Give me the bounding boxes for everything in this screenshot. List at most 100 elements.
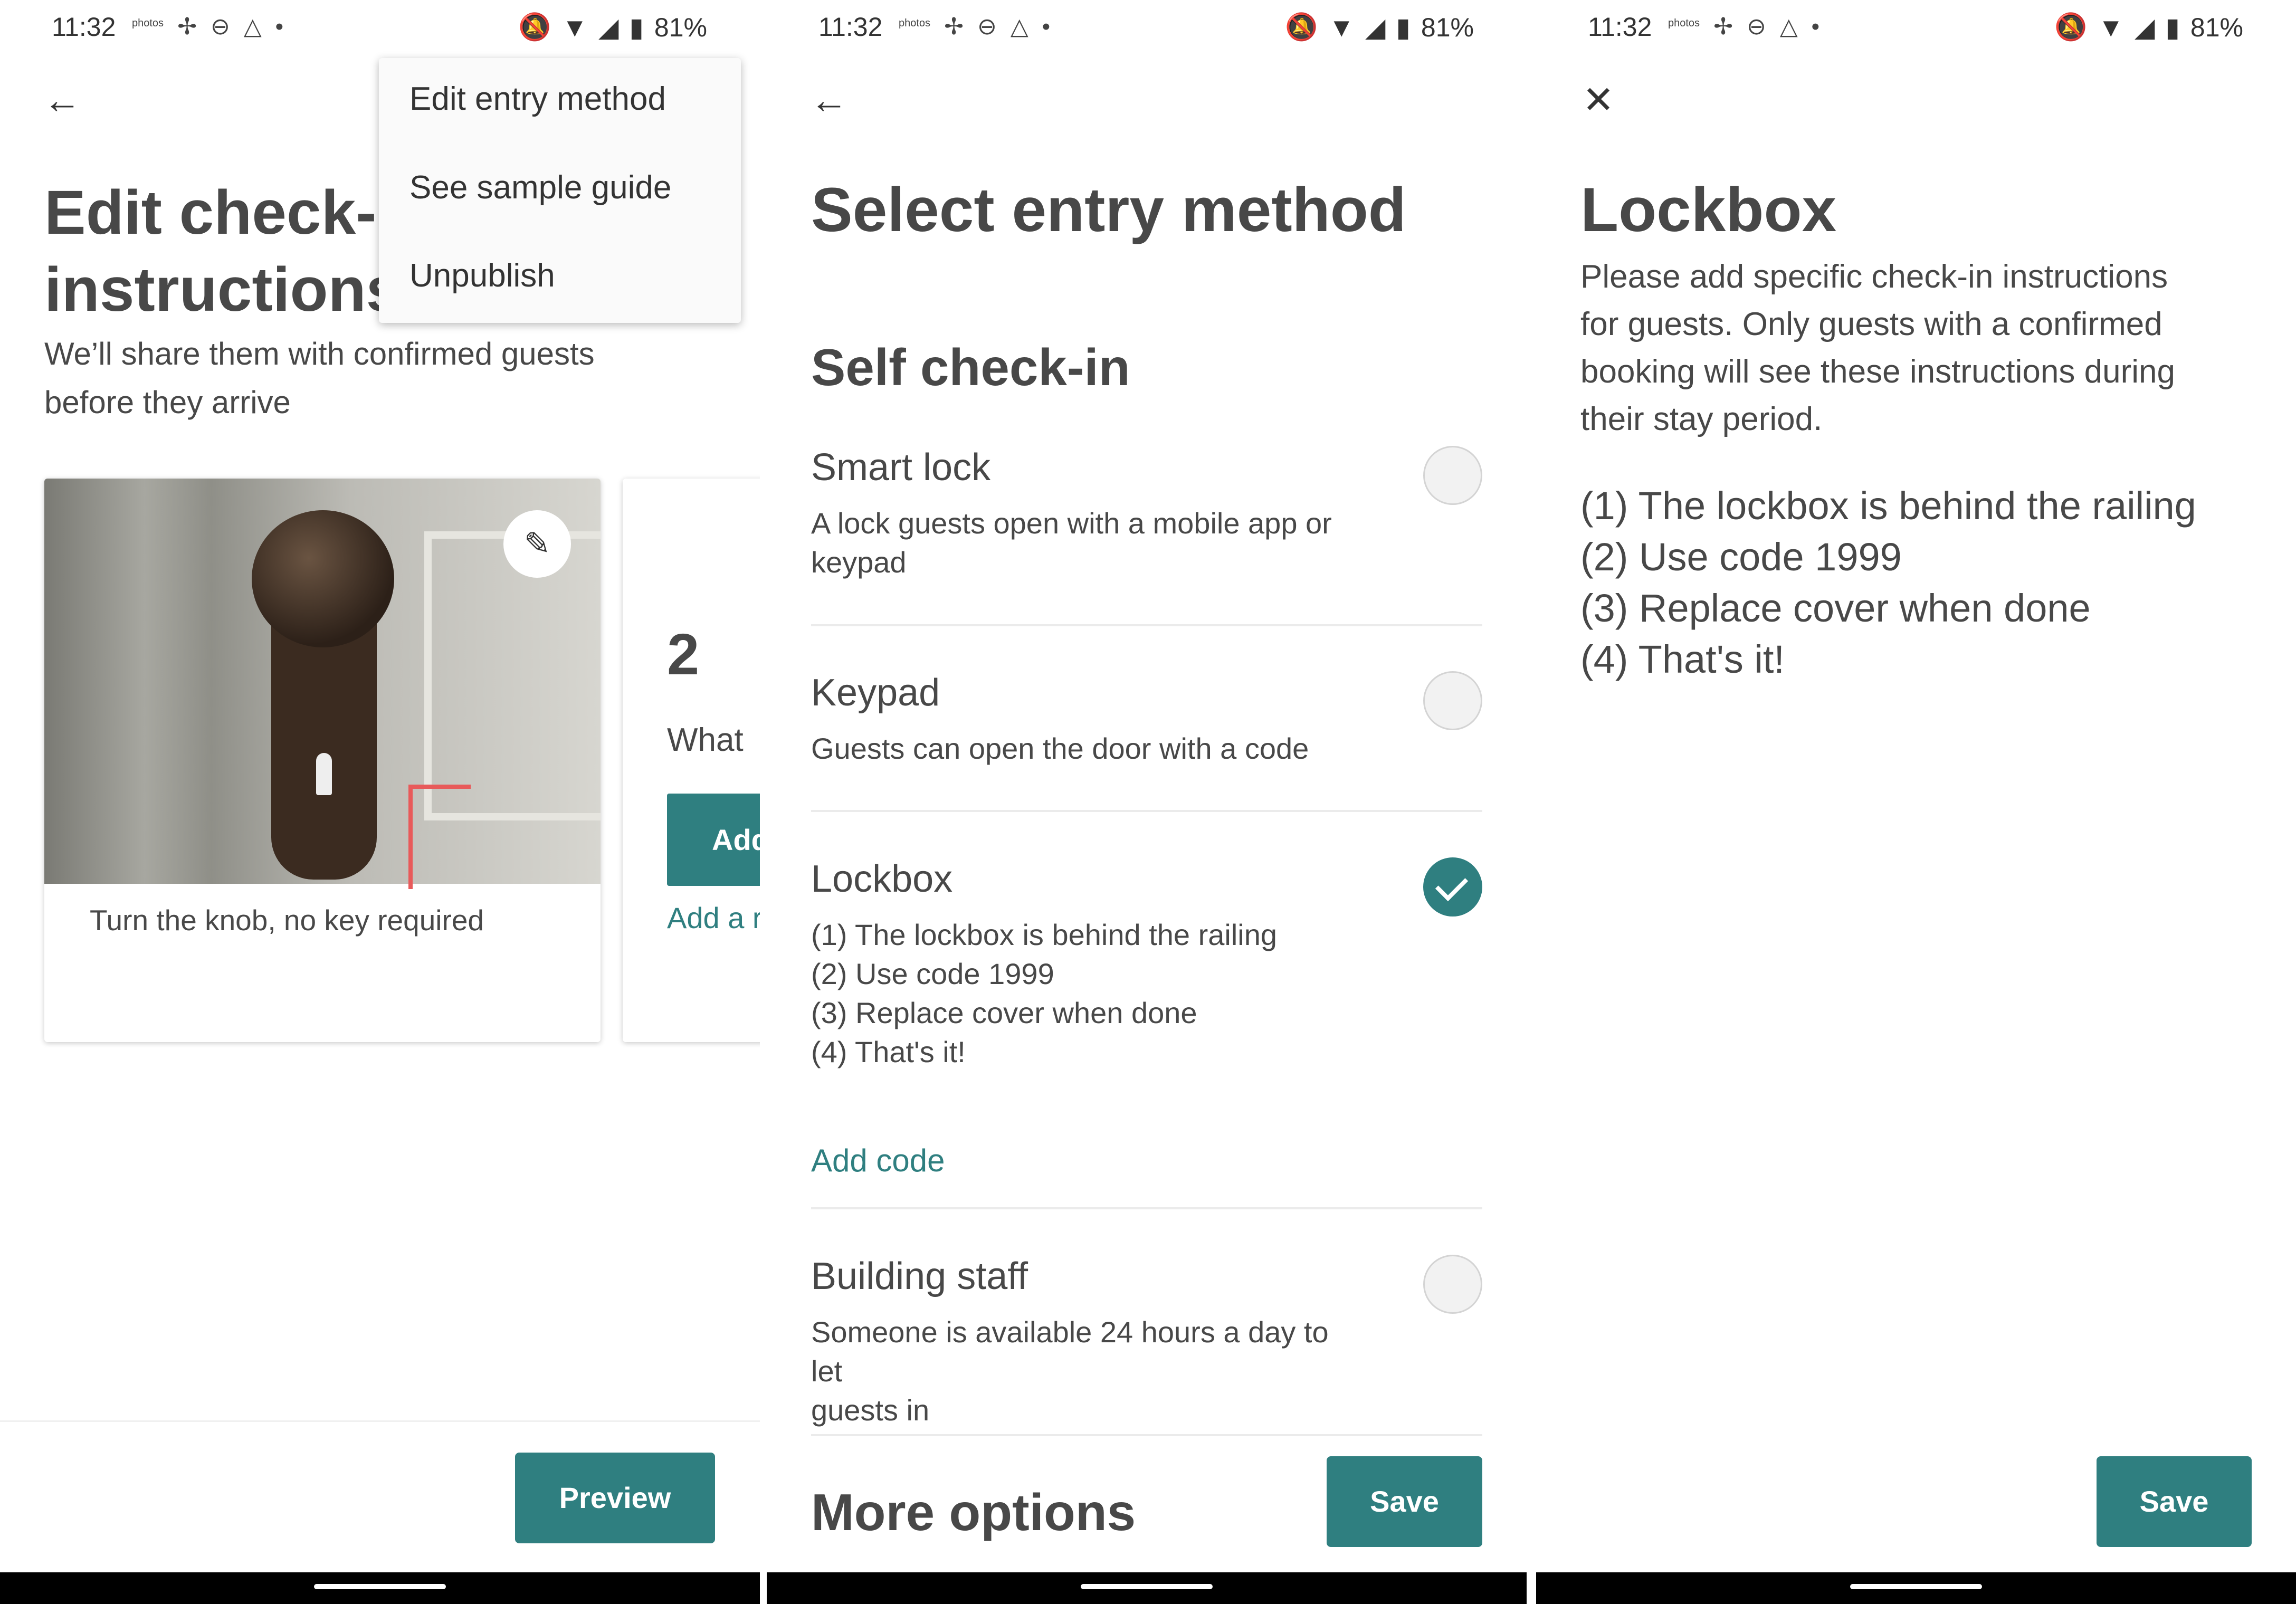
photos-icon: photos (132, 17, 164, 29)
home-handle[interactable] (1850, 1584, 1982, 1589)
mute-icon: 🔕 (2054, 12, 2088, 42)
close-icon[interactable]: ✕ (1577, 79, 1619, 121)
status-bar: 11:32 photos ✢ ⊖ △ • 🔕 ▼ ◢ ▮ 81% (1536, 0, 2296, 53)
pinwheel-icon: ✢ (177, 14, 197, 40)
menu-item-unpublish[interactable]: Unpublish (409, 257, 555, 294)
save-button[interactable]: Save (1327, 1456, 1482, 1547)
mute-icon: 🔕 (1285, 12, 1318, 42)
airbnb-icon: △ (1010, 14, 1028, 40)
notification-dot-icon: • (1042, 14, 1051, 40)
status-time: 11:32 (1588, 12, 1652, 42)
battery-percent: 81% (1421, 12, 1474, 42)
screen-edit-checkin: 11:32 photos ✢ ⊖ △ • 🔕 ▼ ◢ ▮ 81% ← Edit … (0, 0, 760, 1604)
circle-app-icon: ⊖ (1746, 14, 1766, 40)
status-time: 11:32 (818, 12, 883, 42)
edit-pencil-icon[interactable]: ✎ (503, 510, 571, 578)
system-nav-bar (767, 1572, 1527, 1604)
radio-keypad[interactable] (1423, 671, 1482, 730)
card-caption: Turn the knob, no key required (90, 904, 484, 937)
menu-item-edit-entry-method[interactable]: Edit entry method (409, 80, 666, 118)
step-number: 2 (667, 622, 700, 687)
battery-percent: 81% (654, 12, 707, 42)
option-desc-line: (1) The lockbox is behind the railing (811, 918, 1278, 951)
description-line: for guests. Only guests with a confirmed (1580, 306, 2162, 342)
pinwheel-icon: ✢ (1713, 14, 1733, 40)
battery-percent: 81% (2190, 12, 2243, 42)
add-note-link[interactable]: Add a r (667, 901, 760, 935)
option-desc-line: guests in (811, 1393, 930, 1427)
instruction-step: (4) That's it! (1580, 637, 1785, 681)
home-handle[interactable] (1081, 1584, 1213, 1589)
option-name: Keypad (811, 672, 940, 714)
page-title: Select entry method (811, 175, 1406, 245)
airbnb-icon: △ (243, 14, 262, 40)
preview-button[interactable]: Preview (515, 1453, 715, 1543)
circle-app-icon: ⊖ (977, 14, 997, 40)
description-line: booking will see these instructions duri… (1580, 354, 2175, 390)
divider (811, 1207, 1482, 1209)
option-desc: (1) The lockbox is behind the railing (2… (811, 915, 1365, 1072)
option-building-staff[interactable]: Building staff Someone is available 24 h… (811, 1255, 1482, 1427)
option-desc-line: (2) Use code 1999 (811, 957, 1054, 990)
lockbox-description: Please add specific check-in instruction… (1580, 253, 2256, 443)
wifi-icon: ▼ (561, 12, 588, 42)
airbnb-icon: △ (1779, 14, 1798, 40)
instruction-step: (3) Replace cover when done (1580, 586, 2091, 630)
menu-item-see-sample-guide[interactable]: See sample guide (409, 169, 671, 206)
option-name: Smart lock (811, 446, 991, 489)
option-desc-line: (3) Replace cover when done (811, 996, 1197, 1029)
description-line: their stay period. (1580, 401, 1823, 437)
footer-divider (0, 1420, 760, 1422)
radio-smart-lock[interactable] (1423, 446, 1482, 505)
option-desc: Someone is available 24 hours a day to l… (811, 1313, 1365, 1430)
option-keypad[interactable]: Keypad Guests can open the door with a c… (811, 671, 1482, 777)
door-knob-photo: ✎ (44, 479, 601, 889)
page-title: Lockbox (1580, 175, 1837, 245)
instruction-step: (2) Use code 1999 (1580, 535, 1902, 579)
circle-app-icon: ⊖ (210, 14, 230, 40)
option-desc: Guests can open the door with a code (811, 732, 1309, 765)
signal-icon: ◢ (598, 12, 619, 42)
overflow-menu: Edit entry method See sample guide Unpub… (379, 58, 741, 323)
description-line: Please add specific check-in instruction… (1580, 259, 2168, 295)
option-desc-line: (4) That's it! (811, 1035, 966, 1068)
home-handle[interactable] (314, 1584, 446, 1589)
signal-icon: ◢ (2134, 12, 2155, 42)
screen-lockbox-instructions: 11:32 photos ✢ ⊖ △ • 🔕 ▼ ◢ ▮ 81% ✕ Lockb… (1536, 0, 2296, 1604)
radio-building-staff[interactable] (1423, 1255, 1482, 1314)
back-arrow-icon[interactable]: ← (808, 79, 850, 121)
add-code-link[interactable]: Add code (811, 1142, 945, 1179)
door-panel-moulding (424, 531, 601, 820)
step-question: What (667, 722, 744, 758)
pinwheel-icon: ✢ (944, 14, 964, 40)
battery-icon: ▮ (1396, 12, 1411, 42)
add-photo-button[interactable]: Add (667, 794, 760, 886)
system-nav-bar (0, 1572, 760, 1604)
status-time: 11:32 (52, 12, 116, 42)
notification-dot-icon: • (275, 14, 284, 40)
instruction-card-2[interactable]: 2 What Add Add a r (623, 479, 760, 1042)
radio-lockbox-checked[interactable] (1423, 857, 1482, 916)
notification-dot-icon: • (1811, 14, 1820, 40)
instructions-text-area[interactable]: (1) The lockbox is behind the railing (2… (1580, 480, 2266, 685)
option-desc-line: A lock guests open with a mobile app or (811, 507, 1332, 540)
option-desc: A lock guests open with a mobile app or … (811, 504, 1365, 582)
option-lockbox[interactable]: Lockbox (1) The lockbox is behind the ra… (811, 857, 1482, 1079)
page-subtitle: We’ll share them with confirmed guests b… (44, 330, 730, 427)
option-name: Lockbox (811, 858, 953, 900)
system-nav-bar (1536, 1572, 2296, 1604)
save-button[interactable]: Save (2097, 1456, 2252, 1547)
option-desc-line: Someone is available 24 hours a day to l… (811, 1315, 1329, 1388)
option-smart-lock[interactable]: Smart lock A lock guests open with a mob… (811, 446, 1482, 583)
battery-icon: ▮ (629, 12, 644, 42)
more-options-heading: More options (811, 1483, 1136, 1541)
back-arrow-icon[interactable]: ← (41, 79, 83, 121)
wifi-icon: ▼ (2098, 12, 2124, 42)
signal-icon: ◢ (1365, 12, 1386, 42)
door-knob (252, 510, 394, 647)
battery-icon: ▮ (2165, 12, 2180, 42)
instruction-card-1[interactable]: ✎ Turn the knob, no key required (44, 479, 601, 1042)
subtitle-line-1: We’ll share them with confirmed guests (44, 336, 595, 371)
keyhole (316, 753, 332, 795)
photos-icon: photos (899, 17, 931, 29)
